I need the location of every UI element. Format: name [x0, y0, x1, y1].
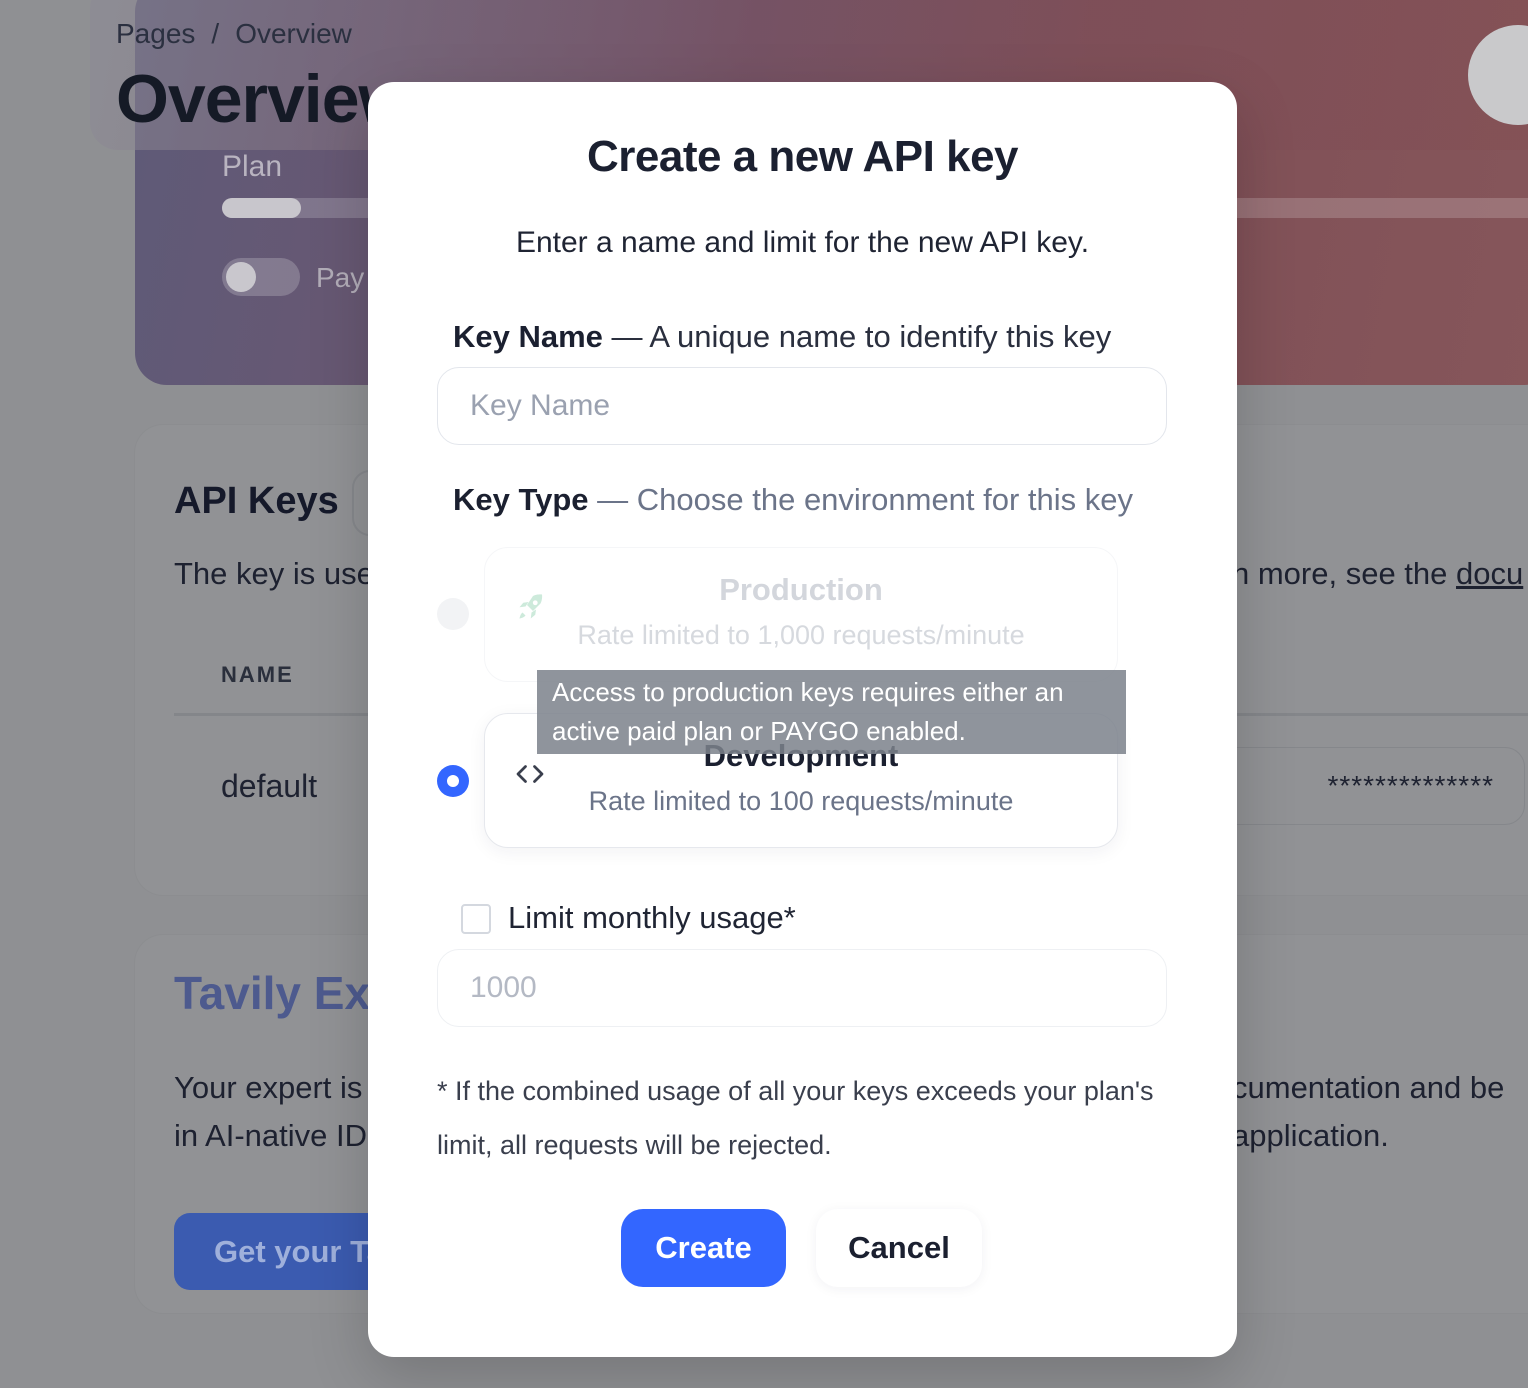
breadcrumb-root[interactable]: Pages — [116, 18, 195, 50]
create-button[interactable]: Create — [621, 1209, 786, 1287]
column-header-name: NAME — [221, 662, 294, 687]
api-keys-description: The key is use — [174, 556, 374, 591]
breadcrumb: Pages / Overview — [116, 18, 352, 50]
breadcrumb-separator: / — [211, 18, 220, 49]
masked-key-value: ************** — [1327, 770, 1494, 801]
modal-subtitle: Enter a name and limit for the new API k… — [515, 226, 1090, 259]
key-name-label: Key Name — A unique name to identify thi… — [453, 319, 1111, 355]
api-keys-description-prefix: n more, see the — [1232, 556, 1457, 591]
modal-title: Create a new API key — [586, 132, 1019, 181]
expert-title: Tavily Exp — [174, 966, 398, 1020]
key-name-hint: — A unique name to identify this key — [602, 319, 1112, 354]
key-type-label: Key Type — Choose the environment for th… — [453, 482, 1133, 518]
key-row-name: default — [221, 768, 318, 804]
key-name-label-text: Key Name — [453, 319, 603, 354]
plan-usage-fill — [222, 198, 302, 218]
usage-footnote: * If the combined usage of all your keys… — [437, 1076, 1154, 1160]
key-type-hint: — Choose the environment for this key — [588, 482, 1134, 517]
paygo-toggle[interactable] — [222, 258, 300, 296]
paygo-label: Pay — [316, 262, 365, 293]
expert-description-line1: Your expert is — [174, 1070, 363, 1105]
limit-usage-label[interactable]: Limit monthly usage* — [508, 900, 796, 936]
production-title: Production — [719, 572, 883, 607]
create-api-key-modal: Create a new API key Enter a name and li… — [368, 82, 1237, 1357]
development-description: Rate limited to 100 requests/minute — [588, 786, 1014, 816]
api-keys-description-tail: n more, see the docu — [1232, 556, 1523, 592]
docs-link[interactable]: docu — [1456, 556, 1523, 591]
production-description: Rate limited to 1,000 requests/minute — [577, 620, 1025, 650]
api-keys-title: API Keys — [174, 480, 339, 522]
cancel-button[interactable]: Cancel — [816, 1209, 982, 1287]
expert-description-line2: in AI-native ID — [174, 1118, 367, 1153]
expert-description-tail1: cumentation and be — [1232, 1070, 1505, 1105]
toggle-knob — [226, 262, 256, 292]
page-title: Overview — [116, 61, 411, 137]
breadcrumb-current: Overview — [235, 18, 352, 49]
production-tooltip: Access to production keys requires eithe… — [537, 670, 1126, 754]
plan-label: Plan — [222, 150, 283, 183]
expert-description-tail2: application. — [1232, 1118, 1389, 1153]
key-name-input[interactable] — [437, 367, 1167, 445]
development-radio[interactable] — [437, 765, 469, 797]
expert-title-start: Tavily Ex — [174, 967, 371, 1019]
limit-usage-checkbox[interactable] — [461, 904, 491, 934]
monthly-limit-input[interactable] — [437, 949, 1167, 1027]
production-radio[interactable] — [437, 598, 469, 630]
key-type-label-text: Key Type — [453, 482, 589, 517]
production-option[interactable]: Production Rate limited to 1,000 request… — [484, 547, 1118, 682]
